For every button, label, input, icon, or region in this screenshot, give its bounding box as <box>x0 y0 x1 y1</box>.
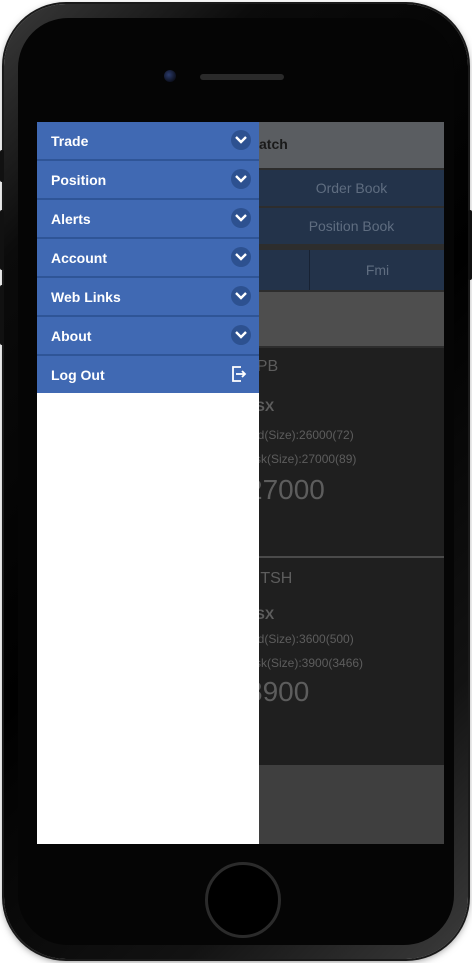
app-screen: atch Order Book Position Book Fmi FPB TS… <box>37 122 444 844</box>
tab-fmi[interactable]: Fmi <box>309 250 444 290</box>
menu-item-trade[interactable]: Trade <box>37 122 259 161</box>
quote-ask: Ask(Size):27000(89) <box>247 452 357 466</box>
volume-down-button <box>0 285 4 345</box>
speaker-grille <box>200 74 284 80</box>
home-button[interactable] <box>205 862 281 938</box>
power-button <box>468 210 472 280</box>
order-book-button[interactable]: Order Book <box>259 170 444 206</box>
menu-item-label: Web Links <box>51 289 121 305</box>
quote-bid: Bid(Size):26000(72) <box>247 428 354 442</box>
volume-up-button <box>0 210 4 270</box>
menu-item-label: Log Out <box>51 367 105 383</box>
front-camera <box>164 70 176 82</box>
chevron-down-icon[interactable] <box>231 325 251 345</box>
quote-bid: Bid(Size):3600(500) <box>247 632 354 646</box>
chevron-down-icon[interactable] <box>231 169 251 189</box>
logout-icon[interactable] <box>231 365 247 386</box>
menu-item-label: Account <box>51 250 107 266</box>
menu-item-label: About <box>51 328 92 344</box>
menu-item-position[interactable]: Position <box>37 161 259 200</box>
menu-item-about[interactable]: About <box>37 317 259 356</box>
chevron-down-icon[interactable] <box>231 286 251 306</box>
menu-item-log-out[interactable]: Log Out <box>37 356 259 393</box>
menu-item-account[interactable]: Account <box>37 239 259 278</box>
chevron-down-icon[interactable] <box>231 208 251 228</box>
mute-switch <box>0 150 4 182</box>
menu-item-label: Position <box>51 172 107 188</box>
side-drawer: Trade Position Alerts Account Web Links … <box>37 122 259 844</box>
menu-item-alerts[interactable]: Alerts <box>37 200 259 239</box>
chevron-down-icon[interactable] <box>231 130 251 150</box>
menu-item-web-links[interactable]: Web Links <box>37 278 259 317</box>
header-title: atch <box>259 136 288 152</box>
menu-item-label: Trade <box>51 133 89 149</box>
position-book-button[interactable]: Position Book <box>259 208 444 244</box>
chevron-down-icon[interactable] <box>231 247 251 267</box>
menu-item-label: Alerts <box>51 211 91 227</box>
quote-ask: Ask(Size):3900(3466) <box>247 656 364 670</box>
